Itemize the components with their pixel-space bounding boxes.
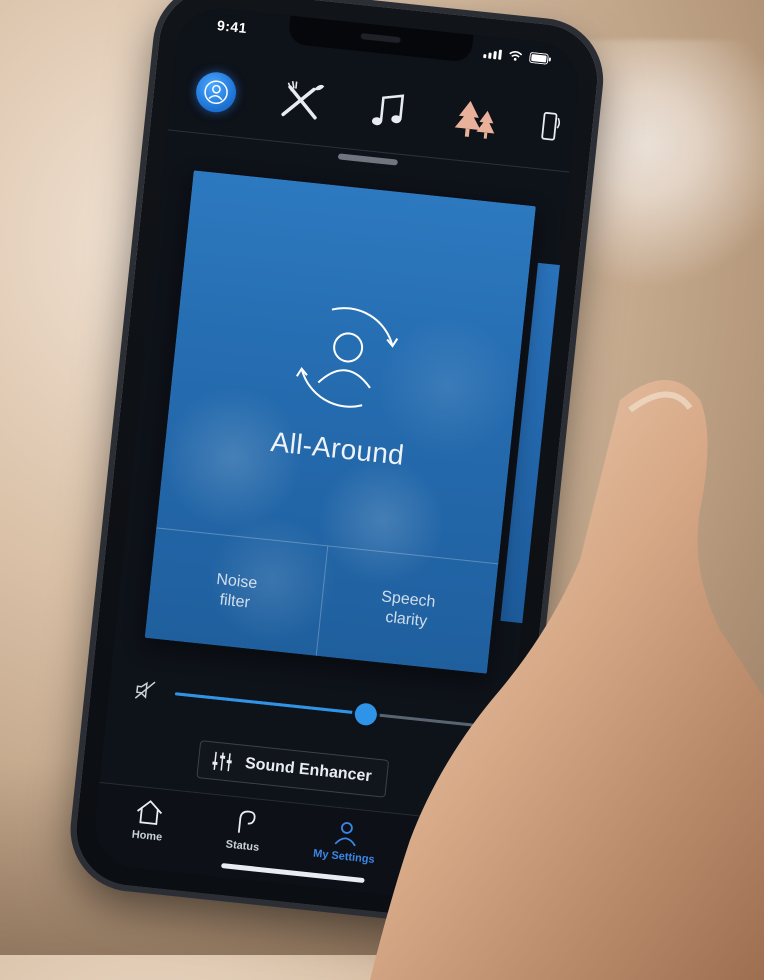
- equalizer-icon: [212, 751, 232, 772]
- notch: [287, 15, 474, 63]
- battery-icon: [529, 52, 552, 65]
- program-all-around[interactable]: [181, 57, 251, 127]
- cellular-signal-icon: [483, 48, 503, 60]
- feature-label: Noise filter: [215, 571, 259, 612]
- wifi-icon: [508, 50, 523, 62]
- program-restaurant[interactable]: [266, 66, 336, 136]
- home-icon: [136, 800, 163, 825]
- mute-icon[interactable]: [130, 675, 161, 706]
- feature-noise-filter[interactable]: Noise filter: [145, 528, 327, 655]
- sound-enhancer-label: Sound Enhancer: [244, 755, 373, 786]
- user-icon: [334, 822, 356, 847]
- music-note-icon: [371, 94, 405, 126]
- hearing-aid-icon: [237, 810, 256, 833]
- restaurant-icon: [281, 81, 325, 120]
- tree-icon: [454, 100, 495, 139]
- tab-home[interactable]: Home: [100, 792, 196, 861]
- program-more[interactable]: [527, 93, 573, 161]
- earpiece-speaker: [360, 33, 401, 44]
- sound-enhancer-button[interactable]: Sound Enhancer: [196, 740, 390, 798]
- photo-scene: 9:41 All-Around Noise filter Speech clar…: [0, 0, 764, 980]
- user-circle-icon: [194, 70, 239, 115]
- status-icons: [483, 47, 552, 65]
- pull-handle[interactable]: [337, 153, 399, 166]
- phone-volume-icon: [541, 112, 561, 141]
- hand-holding-phone: [370, 380, 764, 980]
- program-music[interactable]: [354, 75, 424, 145]
- program-outdoor[interactable]: [441, 84, 511, 154]
- volume-slider-fill: [174, 692, 367, 716]
- tab-status[interactable]: Status: [196, 802, 292, 871]
- status-time: 9:41: [216, 17, 248, 37]
- program-selector: [167, 43, 579, 173]
